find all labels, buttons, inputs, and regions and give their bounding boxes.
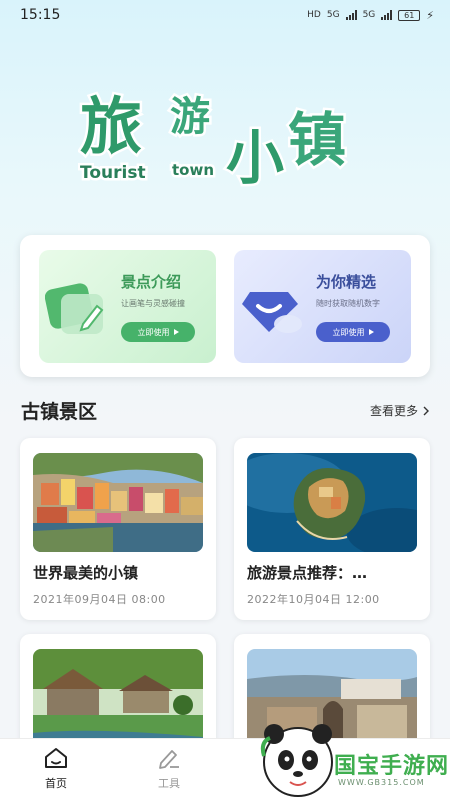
see-more-link[interactable]: 查看更多	[370, 402, 430, 419]
nav-home-label: 首页	[45, 777, 67, 790]
feature-subtitle-2: 随时获取随机数字	[316, 299, 380, 308]
nav-tools-label: 工具	[158, 777, 180, 790]
nav-tab-tools[interactable]: 工具	[139, 747, 199, 791]
logo-char-3: 小	[226, 124, 284, 192]
watermark-url: WWW.GB315.COM	[338, 778, 425, 787]
home-icon	[45, 748, 67, 768]
charging-icon: ⚡	[426, 8, 434, 22]
hd-indicator: HD	[307, 10, 321, 20]
spot-title-2: 旅游景点推荐：…	[247, 564, 368, 582]
feature-subtitle-1: 让画笔与灵感碰撞	[121, 299, 185, 308]
spot-image-2	[247, 453, 417, 552]
app-logo: 旅 游 小 镇 Tourist town	[78, 74, 378, 195]
use-now-label-2: 立即使用	[332, 327, 365, 337]
network-5g-label-2: 5G	[362, 10, 376, 20]
logo-char-1: 旅	[80, 90, 142, 163]
chevron-right-icon	[423, 406, 429, 415]
spot-image-1	[33, 453, 203, 552]
status-time: 15:15	[20, 7, 61, 23]
watermark-name: 国宝手游网	[334, 754, 450, 779]
logo-en-left: Tourist	[80, 163, 146, 183]
feature-tile-picks-for-you[interactable]: 为你精选 随时获取随机数字 立即使用	[234, 250, 411, 363]
spot-time-1: 2021年09月04日 08:00	[33, 593, 166, 606]
use-now-button-2[interactable]: 立即使用	[316, 322, 390, 342]
spot-time-2: 2022年10月04日 12:00	[247, 593, 380, 606]
notebook-pen-icon	[45, 283, 104, 334]
nav-tab-home[interactable]: 首页	[26, 747, 86, 791]
use-now-label-1: 立即使用	[137, 327, 170, 337]
spot-card-1[interactable]: 世界最美的小镇 2021年09月04日 08:00	[20, 438, 216, 620]
logo-char-2: 游	[170, 94, 210, 140]
feature-card: 景点介绍 让画笔与灵感碰撞 立即使用 为你精选 随时获取随机数字 立即使用	[20, 235, 430, 377]
pencil-icon	[159, 750, 179, 769]
feature-title-2: 为你精选	[316, 273, 377, 291]
status-indicators: HD 5G 5G 61 ⚡	[307, 9, 434, 22]
panda-logo	[260, 724, 333, 797]
feature-tile-scenic-intro[interactable]: 景点介绍 让画笔与灵感碰撞 立即使用	[39, 250, 216, 363]
status-bar: 15:15 HD 5G 5G 61 ⚡	[0, 0, 450, 30]
use-now-button-1[interactable]: 立即使用	[121, 322, 195, 342]
signal-icon	[345, 10, 357, 20]
network-5g-label: 5G	[326, 10, 340, 20]
logo-en-right: town	[172, 161, 214, 179]
spot-image-3	[33, 649, 203, 748]
site-watermark: 国宝手游网 WWW.GB315.COM	[260, 712, 450, 800]
play-arrow-icon	[368, 329, 374, 335]
gem-icon	[242, 292, 302, 333]
section-title: 古镇景区	[21, 401, 98, 423]
feature-title-1: 景点介绍	[121, 273, 182, 291]
play-arrow-icon	[173, 329, 179, 335]
battery-icon: 61	[398, 9, 421, 21]
signal-icon-2	[381, 10, 393, 20]
spot-card-2[interactable]: 旅游景点推荐：… 2022年10月04日 12:00	[234, 438, 430, 620]
see-more-label: 查看更多	[369, 404, 418, 418]
logo-char-4: 镇	[288, 106, 346, 174]
spot-title-1: 世界最美的小镇	[33, 564, 139, 582]
